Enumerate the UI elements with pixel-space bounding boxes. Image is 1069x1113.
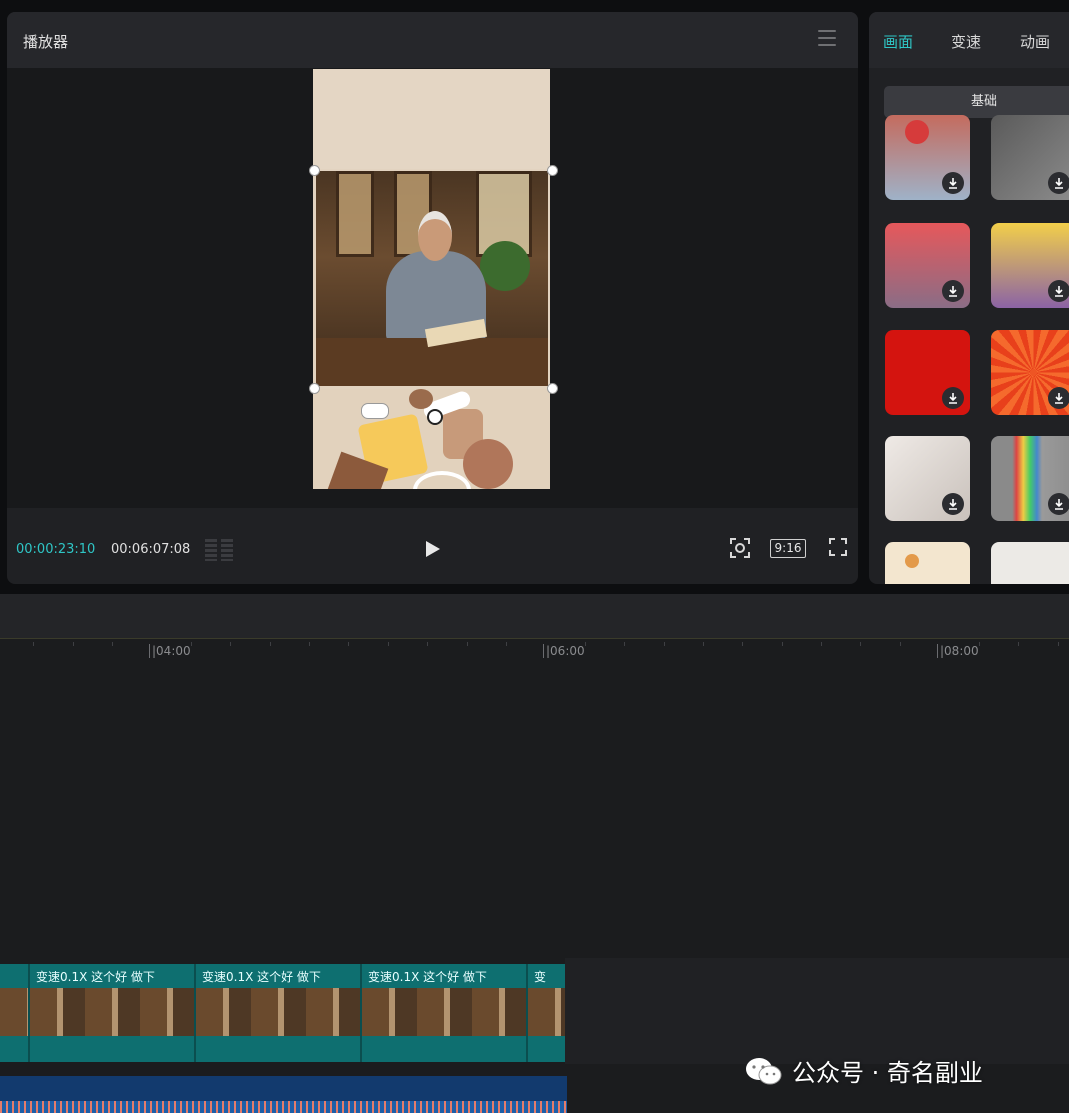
properties-panel: 画面 变速 动画 基础 — [869, 12, 1069, 584]
ruler-label: |04:00 — [149, 644, 191, 658]
download-icon[interactable] — [1048, 387, 1069, 409]
timeline-panel: |04:00 |06:00 |08:00 变速0.1X 这个好 做下 变速0.1… — [0, 594, 1069, 1113]
video-clip[interactable]: 变速0.1X 这个好 做下 — [30, 964, 196, 1062]
video-track: 变速0.1X 这个好 做下 变速0.1X 这个好 做下 变速0.1X 这个好 做… — [0, 964, 565, 1062]
ruler-label: |08:00 — [937, 644, 979, 658]
clip-label: 变速0.1X 这个好 做下 — [202, 970, 321, 984]
player-header: 播放器 — [7, 12, 858, 68]
resize-handle-top-right[interactable] — [547, 165, 558, 176]
background-thumb-white-leaves[interactable] — [991, 542, 1069, 584]
download-icon[interactable] — [942, 387, 964, 409]
player-controls: 00:00:23:10 00:06:07:08 9:16 — [7, 508, 858, 584]
background-thumb-gray[interactable] — [991, 115, 1069, 200]
aspect-ratio-button[interactable]: 9:16 — [770, 539, 806, 558]
audio-track[interactable] — [0, 1076, 567, 1113]
resize-handle-bottom-right[interactable] — [547, 383, 558, 394]
preview-area — [7, 68, 858, 508]
video-clip[interactable] — [0, 964, 30, 1062]
download-icon[interactable] — [1048, 493, 1069, 515]
total-time: 00:06:07:08 — [111, 542, 191, 557]
wechat-icon — [746, 1057, 782, 1084]
download-icon[interactable] — [942, 280, 964, 302]
background-thumb-yellow-gradient[interactable] — [991, 223, 1069, 308]
video-clip[interactable]: 变 — [528, 964, 565, 1062]
canvas-background-top — [313, 69, 550, 169]
menu-icon[interactable] — [818, 30, 836, 46]
tab-speed[interactable]: 变速 — [951, 31, 981, 52]
download-icon[interactable] — [1048, 172, 1069, 194]
rotate-handle[interactable] — [427, 409, 443, 425]
time-ruler[interactable]: |04:00 |06:00 |08:00 — [0, 638, 1069, 661]
ruler-label: |06:00 — [543, 644, 585, 658]
tab-canvas[interactable]: 画面 — [883, 31, 913, 52]
background-thumb-sunburst[interactable] — [991, 330, 1069, 415]
background-thumb-red[interactable] — [885, 330, 970, 415]
grid-icon[interactable] — [205, 539, 235, 561]
tab-animation[interactable]: 动画 — [1020, 31, 1050, 52]
video-clip[interactable]: 变速0.1X 这个好 做下 — [362, 964, 528, 1062]
background-thumb-leaf-shadow[interactable] — [885, 436, 970, 521]
preview-canvas[interactable] — [313, 69, 550, 489]
watermark: 公众号 · 奇名副业 — [744, 1053, 983, 1088]
download-icon[interactable] — [942, 493, 964, 515]
focus-icon[interactable] — [729, 537, 751, 559]
fullscreen-icon[interactable] — [828, 537, 848, 557]
video-clip[interactable]: 变速0.1X 这个好 做下 — [196, 964, 362, 1062]
download-icon[interactable] — [942, 172, 964, 194]
resize-handle-bottom-left[interactable] — [309, 383, 320, 394]
background-thumb-pink-gradient[interactable] — [885, 223, 970, 308]
background-thumb-rainbow[interactable] — [991, 436, 1069, 521]
clip-label: 变速0.1X 这个好 做下 — [36, 970, 155, 984]
track-background — [565, 958, 1069, 1064]
clip-label: 变速0.1X 这个好 做下 — [368, 970, 487, 984]
timeline-toolbar — [0, 594, 1069, 638]
audio-waveform — [0, 1101, 567, 1113]
background-thumb-floral-cream[interactable] — [885, 542, 970, 584]
subtab-basic[interactable]: 基础 — [884, 86, 1069, 118]
resize-handle-top-left[interactable] — [309, 165, 320, 176]
current-time: 00:00:23:10 — [16, 542, 96, 557]
clip-label: 变 — [534, 970, 547, 984]
background-thumb-flower[interactable] — [885, 115, 970, 200]
download-icon[interactable] — [1048, 280, 1069, 302]
properties-tabs: 画面 变速 动画 — [869, 12, 1069, 68]
player-panel: 播放器 00:00:23:10 00:06:07:08 9:16 — [7, 12, 858, 584]
player-title: 播放器 — [23, 33, 69, 51]
play-button[interactable] — [426, 541, 440, 557]
canvas-background-bottom — [313, 389, 550, 489]
video-frame[interactable] — [316, 171, 548, 386]
watermark-text: 公众号 · 奇名副业 — [792, 1059, 983, 1087]
